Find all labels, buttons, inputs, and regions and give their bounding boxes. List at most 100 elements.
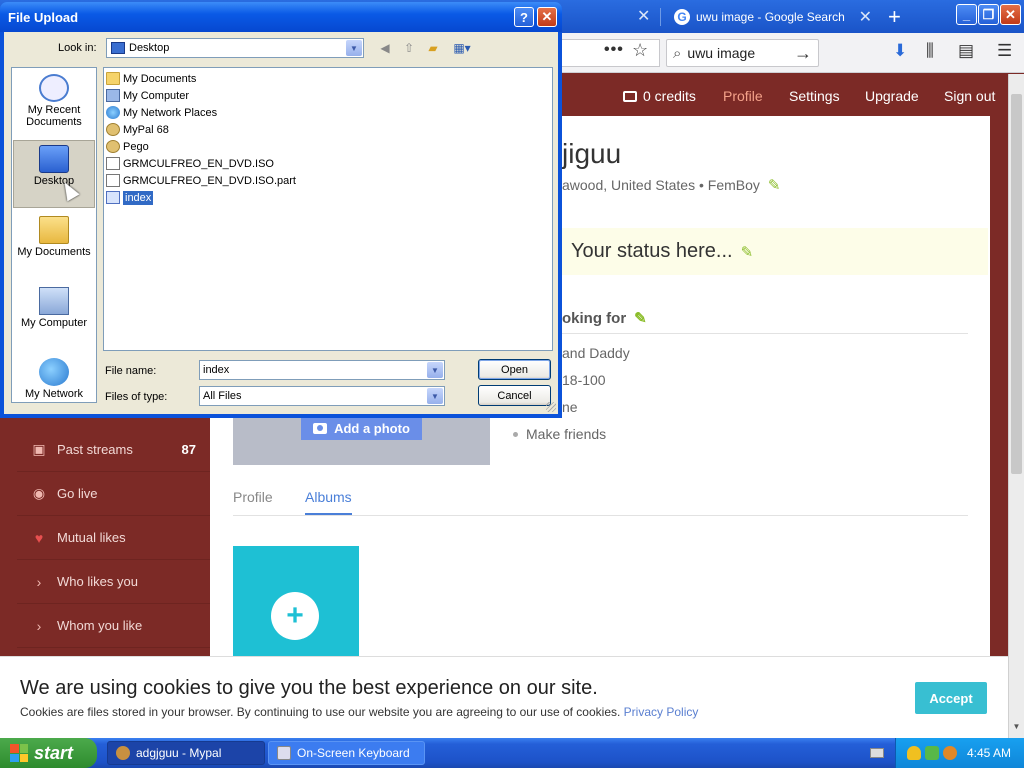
mutual-likes-icon: ♥ [34, 529, 44, 546]
tab-separator [660, 8, 661, 26]
open-button[interactable]: Open [478, 359, 551, 380]
scroll-thumb[interactable] [1011, 94, 1022, 474]
menu-item-who-likes-you[interactable]: › Who likes you [17, 560, 210, 604]
camera-icon [313, 422, 328, 434]
list-item[interactable]: My Computer [106, 87, 191, 104]
page-actions-icon[interactable]: ••• [604, 41, 624, 59]
go-arrow-icon[interactable]: → [794, 43, 812, 64]
up-folder-icon[interactable]: ⇧ [400, 40, 418, 56]
place-desktop[interactable]: Desktop [13, 140, 95, 208]
credits-icon [623, 91, 637, 102]
back-icon[interactable]: ◀ [376, 40, 394, 56]
privacy-policy-link[interactable]: Privacy Policy [624, 705, 699, 719]
menu-item-whom-you-like[interactable]: › Whom you like [17, 604, 210, 648]
looking-for-item: and Daddy [562, 345, 630, 361]
edit-pencil-icon[interactable]: ✎ [768, 177, 781, 194]
resize-grip[interactable] [546, 402, 556, 412]
edit-pencil-icon[interactable]: ✎ [634, 310, 647, 327]
file-name-field[interactable]: index ▼ [199, 360, 445, 380]
list-item[interactable]: My Network Places [106, 104, 219, 121]
place-my-computer[interactable]: My Computer [13, 283, 95, 351]
view-menu-icon[interactable]: ▦▾ [450, 40, 474, 56]
credits-link[interactable]: 0 credits [623, 88, 696, 104]
file-icon [106, 191, 120, 204]
start-button[interactable]: start [0, 738, 97, 768]
list-item[interactable]: Pego [106, 138, 151, 155]
outgoing-like-icon: › [36, 617, 42, 634]
my-documents-icon [39, 216, 69, 244]
mypal-icon [116, 746, 130, 760]
edit-pencil-icon[interactable]: ✎ [741, 244, 754, 261]
list-item[interactable]: My Documents [106, 70, 198, 87]
google-icon: G [674, 9, 690, 25]
bookmark-star-icon[interactable]: ☆ [632, 40, 648, 61]
dialog-body: Look in: Desktop ▼ ◀ ⇧ ▰ ▦▾ My Recent Do… [4, 32, 558, 414]
looking-for-item: Make friends [513, 426, 606, 442]
cancel-button[interactable]: Cancel [478, 385, 551, 406]
computer-icon [106, 89, 120, 102]
accept-cookies-button[interactable]: Accept [915, 682, 987, 714]
file-type-select[interactable]: All Files ▼ [199, 386, 445, 406]
list-item[interactable]: MyPal 68 [106, 121, 171, 138]
count-badge: 87 [181, 442, 196, 457]
sidebar-icon[interactable]: ▤ [958, 41, 974, 61]
library-icon[interactable]: ⫼ [926, 41, 934, 61]
nav-settings[interactable]: Settings [789, 88, 840, 104]
download-icon[interactable]: ⬇ [893, 41, 907, 61]
help-button[interactable]: ? [514, 7, 534, 27]
menu-item-past-streams[interactable]: ▣ Past streams 87 [17, 428, 210, 472]
restore-button[interactable]: ❐ [978, 4, 999, 25]
places-bar: My Recent Documents Desktop My Documents… [11, 67, 97, 403]
menu-icon[interactable]: ☰ [997, 41, 1012, 61]
profile-name: jiguu [562, 138, 622, 169]
list-item-selected[interactable]: index [106, 189, 155, 206]
security-shield-icon[interactable] [907, 746, 921, 760]
close-icon[interactable]: ✕ [637, 6, 650, 26]
keyboard-language-icon[interactable] [870, 748, 884, 758]
nav-signout[interactable]: Sign out [944, 88, 995, 104]
divider [233, 515, 968, 516]
dialog-close-button[interactable]: ✕ [537, 7, 557, 27]
tab-google-search[interactable]: G uwu image - Google Search ✕ [664, 2, 882, 32]
place-my-network[interactable]: My Network [13, 354, 95, 422]
looking-for-item: ne [562, 399, 578, 415]
looking-for-item: 18-100 [562, 372, 606, 388]
look-in-label: Look in: [58, 42, 97, 54]
new-tab-icon[interactable]: + [888, 4, 901, 30]
list-item[interactable]: GRMCULFREO_EN_DVD.ISO [106, 155, 276, 172]
file-list[interactable]: My Documents My Computer My Network Plac… [103, 67, 553, 351]
chevron-down-icon[interactable]: ▼ [346, 40, 362, 56]
taskbar-item-mypal[interactable]: adgjguu - Mypal [107, 741, 265, 765]
cookie-text: Cookies are files stored in your browser… [20, 705, 699, 719]
page-scrollbar[interactable]: ▼ [1008, 74, 1024, 738]
nav-profile[interactable]: Profile [723, 88, 763, 104]
list-item[interactable]: GRMCULFREO_EN_DVD.ISO.part [106, 172, 298, 189]
cookie-banner: We are using cookies to give you the bes… [0, 656, 1008, 738]
minimize-button[interactable]: _ [956, 4, 977, 25]
menu-item-mutual-likes[interactable]: ♥ Mutual likes [17, 516, 210, 560]
file-name-label: File name: [105, 365, 157, 377]
status-row[interactable]: Your status here... ✎ [560, 228, 988, 275]
search-tray-icon[interactable] [943, 746, 957, 760]
nav-upgrade[interactable]: Upgrade [865, 88, 919, 104]
network-icon[interactable] [925, 746, 939, 760]
look-in-select[interactable]: Desktop ▼ [106, 38, 364, 58]
dialog-titlebar[interactable]: File Upload ? ✕ [0, 2, 562, 32]
place-my-documents[interactable]: My Documents [13, 212, 95, 280]
search-icon: ⌕ [673, 44, 682, 62]
chevron-down-icon[interactable]: ▼ [427, 388, 443, 404]
chevron-down-icon[interactable]: ▼ [427, 362, 443, 378]
scroll-down-icon[interactable]: ▼ [1011, 722, 1022, 734]
new-folder-icon[interactable]: ▰ [424, 40, 442, 56]
close-icon[interactable]: ✕ [859, 7, 872, 27]
search-input[interactable]: ⌕ uwu image → [666, 39, 819, 67]
add-photo-button[interactable]: Add a photo [301, 416, 422, 440]
taskbar-item-osk[interactable]: On-Screen Keyboard [268, 741, 425, 765]
menu-item-go-live[interactable]: ◉ Go live [17, 472, 210, 516]
tab-albums[interactable]: Albums [305, 489, 352, 515]
file-icon [106, 174, 120, 187]
tab-profile[interactable]: Profile [233, 489, 273, 505]
window-close-button[interactable]: ✕ [1000, 4, 1021, 25]
add-album-tile[interactable]: + [233, 546, 359, 656]
place-recent-documents[interactable]: My Recent Documents [13, 70, 95, 138]
